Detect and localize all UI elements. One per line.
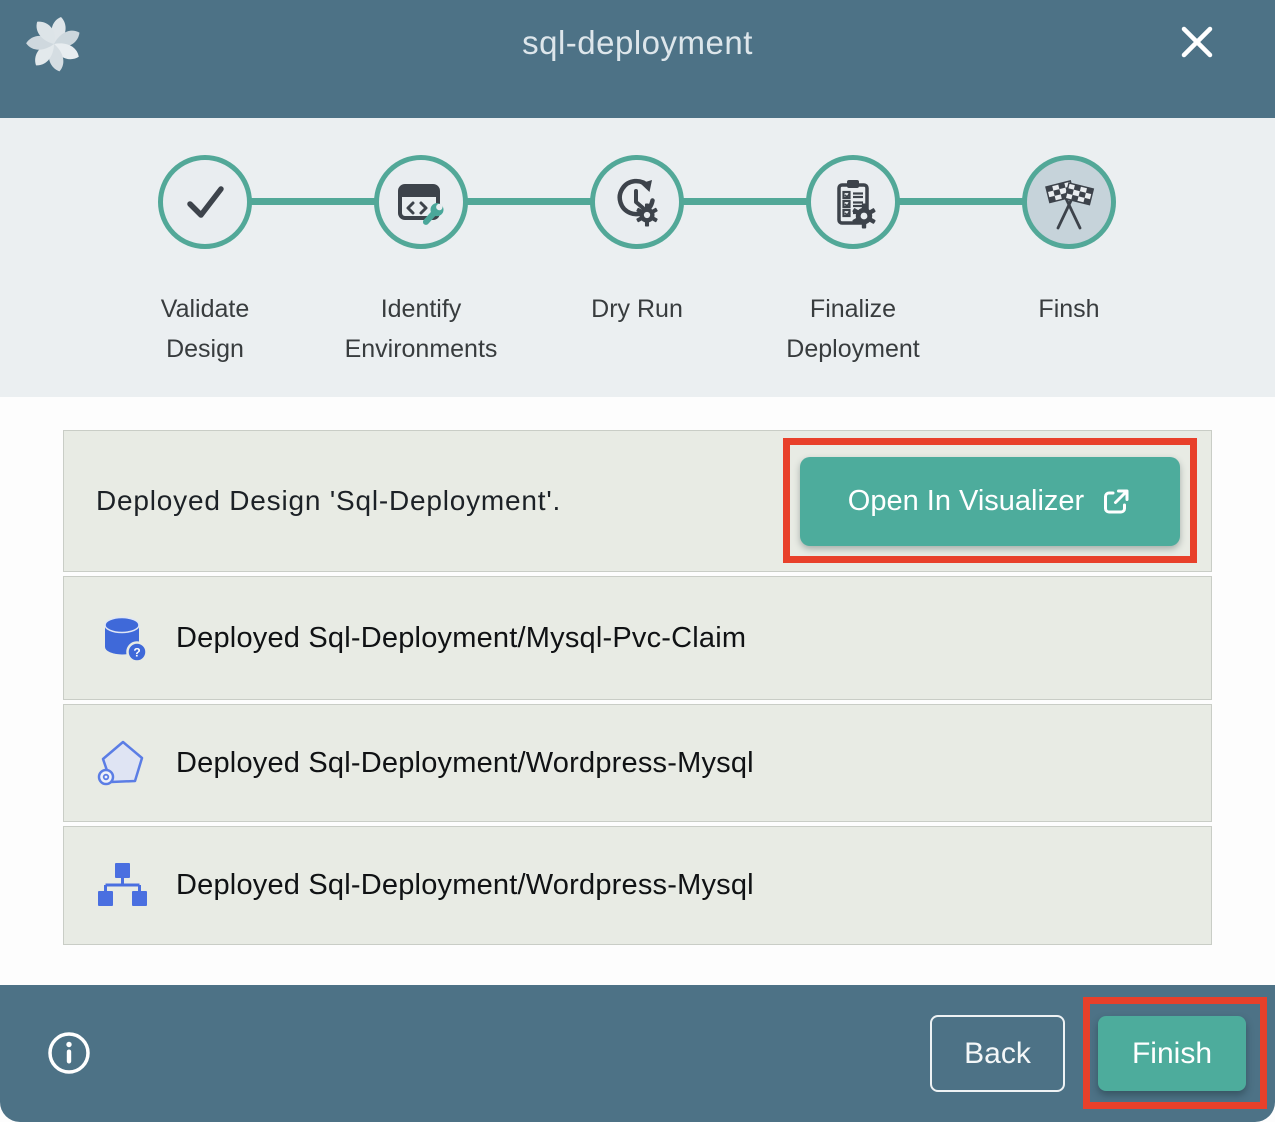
modal-footer <box>0 985 1275 1122</box>
step-circle-identify-environments <box>374 155 468 249</box>
svg-text:?: ? <box>133 646 140 660</box>
step-dry-run: Dry Run <box>529 155 745 369</box>
step-circle-validate-design <box>158 155 252 249</box>
step-label: Validate Design <box>119 289 291 369</box>
stepper: Validate Design <box>0 118 1275 397</box>
step-label: Finalize Deployment <box>767 289 939 369</box>
deployed-item-text: Deployed Sql-Deployment/Wordpress-Mysql <box>176 747 754 780</box>
step-finish: Finsh <box>961 155 1177 369</box>
clipboard-gear-icon <box>824 173 882 231</box>
deployed-item-row: ? Deployed Sql-Deployment/Mysql-Pvc-Clai… <box>63 576 1212 700</box>
step-circle-dry-run <box>590 155 684 249</box>
step-label: Finsh <box>983 289 1155 329</box>
hierarchy-icon <box>96 860 148 912</box>
open-in-visualizer-label: Open In Visualizer <box>848 485 1084 518</box>
check-icon <box>176 173 234 231</box>
close-button[interactable] <box>1175 20 1219 64</box>
info-button[interactable] <box>46 1030 92 1076</box>
design-status-text: Deployed Design 'Sql-Deployment'. <box>96 485 561 517</box>
step-label: Dry Run <box>551 289 723 329</box>
step-finalize-deployment: Finalize Deployment <box>745 155 961 369</box>
deployed-item-row: Deployed Sql-Deployment/Wordpress-Mysql <box>63 826 1212 945</box>
open-in-new-icon <box>1100 486 1132 518</box>
step-validate-design: Validate Design <box>97 155 313 369</box>
deployment-wizard-modal: sql-deployment Validate Design <box>0 0 1275 1122</box>
modal-title: sql-deployment <box>0 24 1275 62</box>
code-window-wrench-icon <box>392 173 450 231</box>
step-identify-environments: Identify Environments <box>313 155 529 369</box>
step-label: Identify Environments <box>335 289 507 369</box>
back-button[interactable]: Back <box>930 1015 1065 1092</box>
open-in-visualizer-button[interactable]: Open In Visualizer <box>800 457 1180 546</box>
database-icon: ? <box>96 612 148 664</box>
pentagon-component-icon <box>96 737 148 789</box>
finish-button[interactable]: Finish <box>1098 1016 1246 1091</box>
deployed-item-row: Deployed Sql-Deployment/Wordpress-Mysql <box>63 704 1212 822</box>
step-circle-finish <box>1022 155 1116 249</box>
close-icon <box>1175 20 1219 64</box>
deployed-item-text: Deployed Sql-Deployment/Wordpress-Mysql <box>176 869 754 902</box>
step-circle-finalize-deployment <box>806 155 900 249</box>
info-icon <box>46 1030 92 1076</box>
checkered-flags-icon <box>1039 172 1099 232</box>
history-gear-icon <box>608 173 666 231</box>
modal-header: sql-deployment <box>0 0 1275 118</box>
deployed-item-text: Deployed Sql-Deployment/Mysql-Pvc-Claim <box>176 622 746 655</box>
